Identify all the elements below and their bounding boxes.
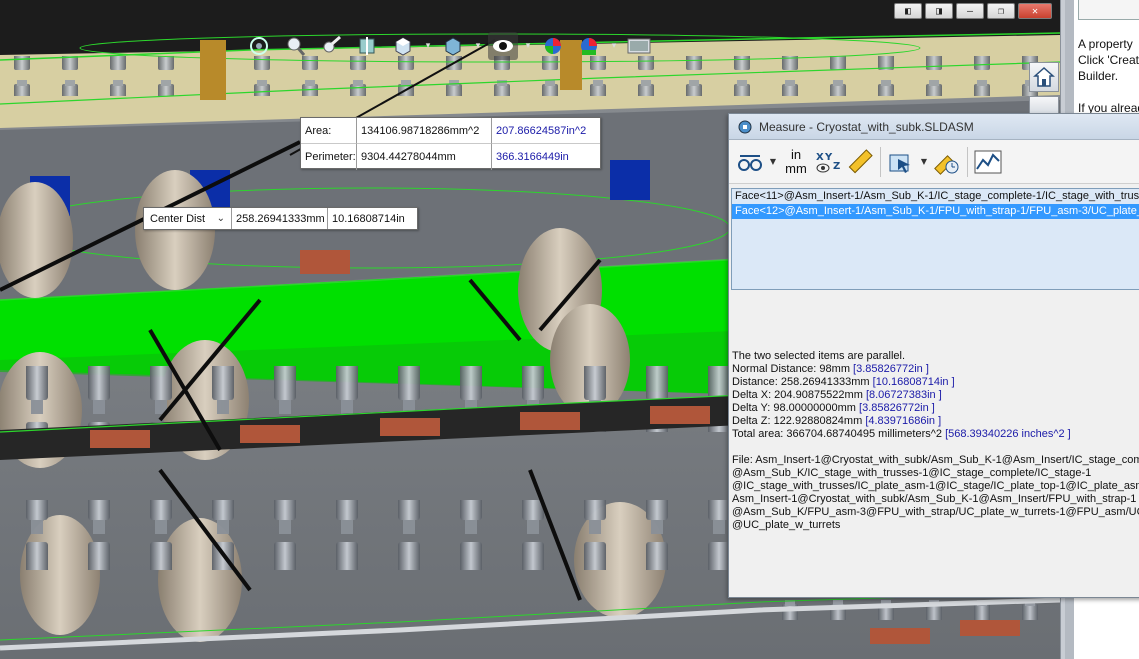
- area-label: Area:: [301, 118, 357, 144]
- units-precision-icon: in mm: [781, 146, 811, 176]
- measure-toolbar: ▼ in mm XYZ ▼: [729, 140, 1139, 184]
- close-button[interactable]: ✕: [1018, 3, 1052, 19]
- svg-text:Z: Z: [833, 161, 840, 172]
- heads-up-view-toolbar: ▾ ▾ ▾ ▾: [244, 30, 654, 62]
- measurement-history-button[interactable]: [932, 145, 962, 179]
- projected-on-icon: [889, 154, 910, 173]
- document-window-controls: ◧ ◨ – ❐ ✕: [894, 3, 1052, 19]
- xyz-measurements-icon: X YZ: [816, 152, 840, 172]
- delta-y-row: Delta Y: 98.00000000mm [3.85826772in ]: [732, 402, 1139, 415]
- delta-z-in: [4.83971686in ]: [865, 415, 942, 427]
- chevron-down-icon: ⌄: [216, 213, 225, 224]
- dropdown-arrow-icon[interactable]: ▾: [610, 35, 618, 57]
- distance-callout: Center Dist ⌄ 258.26941333mm 10.16808714…: [143, 207, 418, 230]
- property-tab-builder-help: A property Click 'Create Builder. If you…: [1078, 36, 1139, 116]
- total-area-in: [568.39340226 inches^2 ]: [945, 428, 1071, 440]
- selection-item[interactable]: Face<12>@Asm_Insert-1/Asm_Sub_K-1/FPU_wi…: [732, 204, 1139, 219]
- delta-y-in: [3.85826772in ]: [859, 402, 935, 414]
- zoom-to-fit-icon[interactable]: [280, 32, 310, 60]
- ruler-icon: [848, 148, 873, 173]
- previous-view-icon[interactable]: [244, 32, 274, 60]
- toolbar-separator: [967, 146, 968, 177]
- dropdown-arrow-icon[interactable]: ▾: [424, 35, 432, 57]
- help-line: Click 'Create: [1078, 53, 1139, 67]
- delta-z-row: Delta Z: 122.92880824mm [4.83971686in ]: [732, 415, 1139, 428]
- tile-left-button[interactable]: ◧: [894, 3, 922, 19]
- area-perimeter-callout: Area: 134106.98718286mm^2 207.86624587in…: [300, 117, 601, 170]
- zoom-area-icon[interactable]: [316, 32, 346, 60]
- distance-row: Distance: 258.26941333mm [10.16808714in …: [732, 376, 1139, 389]
- file-path-line: @IC_stage_with_trusses/IC_plate_asm-1@IC…: [732, 480, 1139, 492]
- measure-title: Measure - Cryostat_with_subk.SLDASM: [759, 119, 974, 134]
- measure-title-bar[interactable]: Measure - Cryostat_with_subk.SLDASM: [729, 114, 1139, 140]
- normal-distance-mm: Normal Distance: 98mm: [732, 363, 850, 375]
- normal-distance-in: [3.85826772in ]: [853, 363, 929, 375]
- file-path-line: @Asm_Sub_K/FPU_asm-3@FPU_with_strap/UC_p…: [732, 506, 1139, 518]
- area-mm-value: 134106.98718286mm^2: [357, 118, 492, 144]
- file-paths: File: Asm_Insert-1@Cryostat_with_subk/As…: [732, 454, 1139, 532]
- perimeter-in-value: 366.3166449in: [496, 151, 569, 163]
- perimeter-label: Perimeter:: [301, 144, 357, 170]
- svg-text:Y: Y: [824, 152, 833, 163]
- delta-z-mm: Delta Z: 122.92880824mm: [732, 415, 863, 427]
- task-pane-header-box: [1078, 0, 1139, 20]
- units-top-label: in: [790, 146, 802, 162]
- delta-x-row: Delta X: 204.90875522mm [8.06727383in ]: [732, 389, 1139, 402]
- view-orientation-icon[interactable]: [388, 32, 418, 60]
- file-path-line: File: Asm_Insert-1@Cryostat_with_subk/As…: [732, 454, 1139, 466]
- total-area-row: Total area: 366704.68740495 millimeters^…: [732, 428, 1139, 441]
- projected-on-button[interactable]: [886, 145, 916, 179]
- display-style-icon[interactable]: [438, 32, 468, 60]
- minimize-button[interactable]: –: [956, 3, 984, 19]
- point-to-point-button[interactable]: [845, 145, 875, 179]
- units-precision-button[interactable]: in mm: [781, 145, 811, 179]
- view-settings-icon[interactable]: [624, 32, 654, 60]
- parallel-note: The two selected items are parallel.: [732, 350, 906, 362]
- file-path-line: @Asm_Sub_K/IC_stage_with_trusses-1@IC_st…: [732, 467, 1092, 479]
- measure-tool-icon: [738, 120, 752, 133]
- file-path-line: Asm_Insert-1@Cryostat_with_subk/Asm_Sub_…: [732, 493, 1137, 505]
- chevron-down-icon[interactable]: ▼: [767, 145, 779, 179]
- distance-mm: Distance: 258.26941333mm: [732, 376, 870, 388]
- distance-mm-value: 258.26941333mm: [232, 208, 328, 229]
- svg-text:X: X: [816, 152, 824, 163]
- hide-show-items-icon[interactable]: [488, 32, 518, 60]
- toolbar-separator: [880, 146, 881, 177]
- solidworks-resources-tab[interactable]: [1029, 62, 1059, 92]
- normal-distance-row: Normal Distance: 98mm [3.85826772in ]: [732, 363, 1139, 376]
- show-xyz-measurements-button[interactable]: XYZ: [813, 145, 843, 179]
- home-icon: [1033, 66, 1055, 87]
- measurement-results: The two selected items are parallel. Nor…: [732, 350, 1139, 441]
- delta-y-mm: Delta Y: 98.00000000mm: [732, 402, 856, 414]
- sensor-graph-icon: [974, 150, 1002, 173]
- delta-x-in: [8.06727383in ]: [865, 389, 942, 401]
- help-line: A property: [1078, 37, 1133, 51]
- selection-item[interactable]: Face<11>@Asm_Insert-1/Asm_Sub_K-1/IC_sta…: [732, 189, 1139, 204]
- dropdown-arrow-icon[interactable]: ▾: [524, 35, 532, 57]
- delta-x-mm: Delta X: 204.90875522mm: [732, 389, 863, 401]
- area-in-value: 207.86624587in^2: [492, 118, 600, 144]
- restore-button[interactable]: ❐: [987, 3, 1015, 19]
- arc-circle-measurements-button[interactable]: [735, 145, 765, 179]
- measure-dialog: Measure - Cryostat_with_subk.SLDASM ▼ in…: [728, 113, 1139, 598]
- apply-scene-icon[interactable]: [574, 32, 604, 60]
- perimeter-mm-value: 9304.44278044mm: [357, 144, 492, 170]
- dropdown-arrow-icon[interactable]: ▾: [474, 35, 482, 57]
- distance-type-dropdown[interactable]: Center Dist ⌄: [144, 208, 232, 229]
- help-line: Builder.: [1078, 69, 1119, 83]
- chevron-down-icon[interactable]: ▼: [918, 145, 930, 179]
- create-sensor-button[interactable]: [973, 145, 1003, 179]
- edit-appearance-icon[interactable]: [538, 32, 568, 60]
- section-view-icon[interactable]: [352, 32, 382, 60]
- total-area-mm: Total area: 366704.68740495 millimeters^…: [732, 428, 943, 440]
- distance-in-value: 10.16808714in: [332, 212, 405, 225]
- arc-circle-icon: [738, 154, 762, 171]
- tile-right-button[interactable]: ◨: [925, 3, 953, 19]
- measurement-history-icon: [934, 154, 959, 175]
- units-bottom-label: mm: [785, 160, 807, 176]
- selection-list[interactable]: Face<11>@Asm_Insert-1/Asm_Sub_K-1/IC_sta…: [731, 188, 1139, 290]
- file-path-line: @UC_plate_w_turrets: [732, 519, 841, 531]
- distance-type-label: Center Dist: [150, 212, 206, 225]
- distance-in: [10.16808714in ]: [872, 376, 955, 388]
